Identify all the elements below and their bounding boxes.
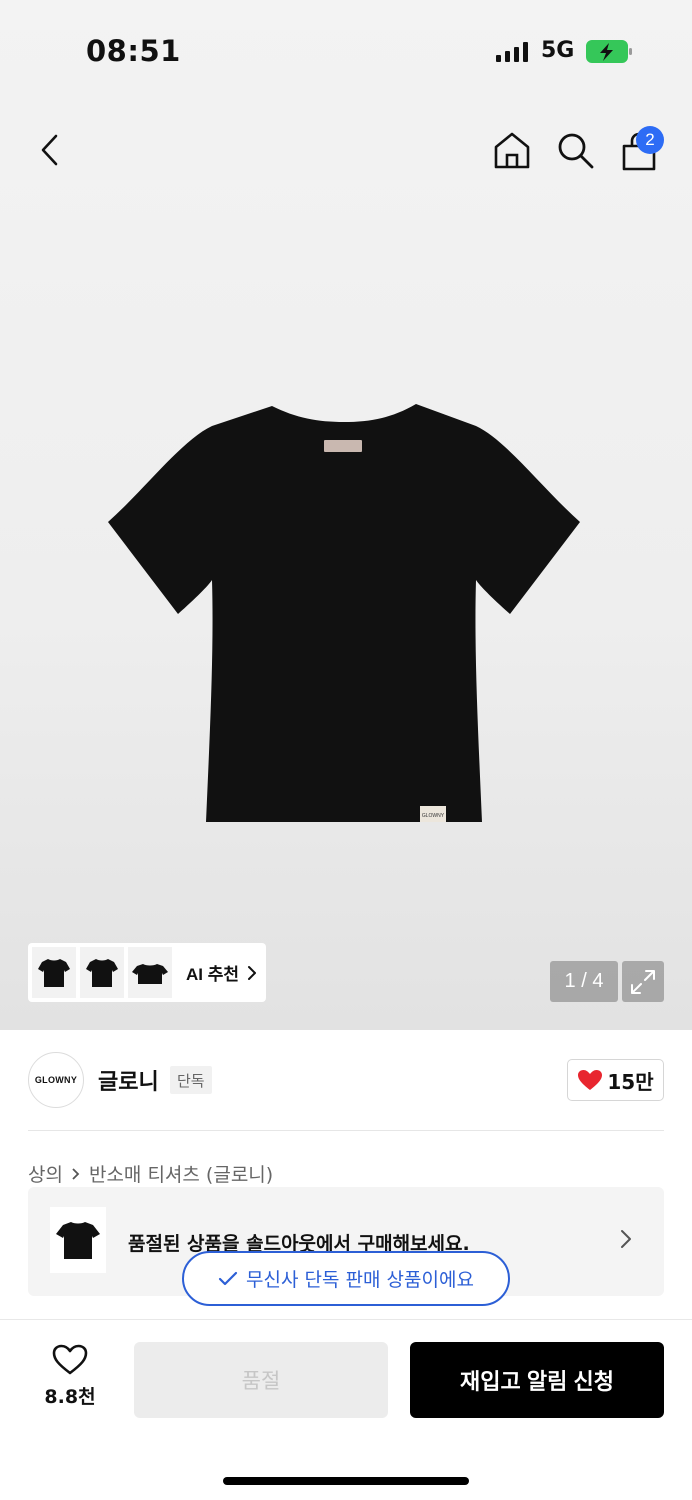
expand-icon — [631, 969, 655, 994]
wish-button[interactable]: 8.8천 — [36, 1344, 104, 1414]
back-icon — [41, 134, 58, 166]
status-time: 08:51 — [86, 34, 181, 68]
chevron-right-icon — [72, 1167, 80, 1180]
restock-alert-button[interactable]: 재입고 알림 신청 — [410, 1342, 664, 1418]
signal-icon — [496, 42, 528, 62]
cart-count-badge: 2 — [636, 126, 664, 154]
ai-recommend-chip[interactable]: AI 추천 — [28, 943, 266, 1002]
bottom-bar-divider — [0, 1319, 692, 1320]
breadcrumb-category[interactable]: 상의 — [28, 1160, 63, 1187]
soldout-button: 품절 — [134, 1342, 388, 1418]
brand-like-count: 15만 — [607, 1069, 654, 1094]
exclusive-tag: 단독 — [170, 1066, 212, 1094]
divider — [28, 1130, 664, 1131]
battery-charging-icon — [586, 40, 632, 63]
brand-name[interactable]: 글로니 — [98, 1064, 159, 1096]
toast-text: 무신사 단독 판매 상품이에요 — [246, 1269, 474, 1291]
ai-thumbnail[interactable] — [32, 947, 76, 998]
soldout-thumbnail — [50, 1207, 106, 1273]
expand-button[interactable] — [622, 961, 664, 1002]
search-button[interactable] — [551, 126, 599, 174]
chevron-right-icon — [248, 965, 257, 980]
home-button[interactable] — [488, 126, 536, 174]
product-image: GLOWNY — [106, 400, 582, 826]
brand-logo[interactable]: GLOWNY — [28, 1052, 84, 1108]
breadcrumb: 상의 반소매 티셔츠 (글로니) — [28, 1160, 273, 1187]
page-indicator: 1 / 4 — [550, 961, 618, 1002]
heart-outline-icon — [52, 1344, 88, 1375]
ai-thumbnail[interactable] — [128, 947, 172, 998]
wish-count: 8.8천 — [44, 1386, 96, 1408]
breadcrumb-subcategory[interactable]: 반소매 티셔츠 (글로니) — [89, 1160, 273, 1187]
heart-filled-icon — [578, 1070, 603, 1090]
ai-recommend-label: AI 추천 — [186, 965, 240, 984]
check-icon — [218, 1271, 238, 1285]
brand-like-button[interactable]: 15만 — [567, 1059, 664, 1101]
chevron-right-icon — [621, 1230, 631, 1248]
exclusive-toast: 무신사 단독 판매 상품이에요 — [182, 1251, 510, 1306]
network-type: 5G — [541, 38, 575, 63]
home-indicator — [223, 1477, 469, 1485]
home-icon — [494, 132, 530, 169]
back-button[interactable] — [26, 126, 74, 174]
search-icon — [558, 133, 594, 169]
svg-text:GLOWNY: GLOWNY — [422, 813, 445, 819]
ai-thumbnail[interactable] — [80, 947, 124, 998]
